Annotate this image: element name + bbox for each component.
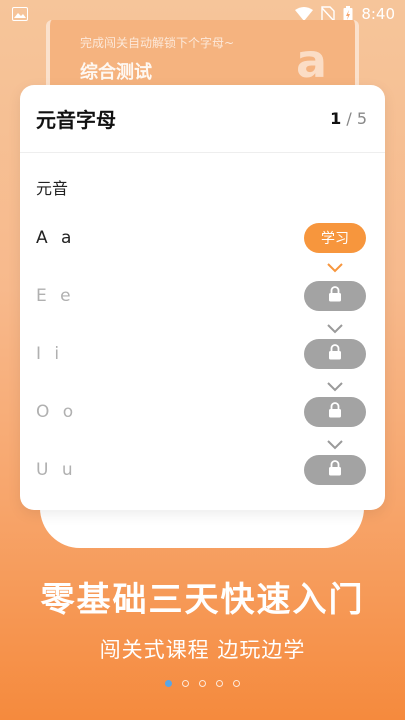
lock-icon [328,402,342,422]
chevron-down-icon [326,439,344,451]
section-label: 元音 [36,179,69,198]
lesson-card: 元音字母 1 / 5 元音 A a 学习 E e I i O o U u [20,85,385,510]
lesson-letters: U u [36,460,77,480]
chevron-down-icon [326,381,344,393]
lock-icon [328,344,342,364]
locked-button[interactable] [304,455,366,485]
wifi-icon [295,7,314,21]
chevron-down-icon [326,262,344,274]
page-dot[interactable] [182,680,189,687]
promo-subline: 闯关式课程 边玩边学 [99,638,306,662]
page-dot[interactable] [199,680,206,687]
chevron-down-icon [326,323,344,335]
page-total: 5 [356,109,367,128]
page-dot[interactable] [233,680,240,687]
lock-icon [328,460,342,480]
lock-icon [328,286,342,306]
lesson-row-u[interactable]: U u [36,454,366,486]
carousel-pagination [0,680,405,687]
lesson-row-o[interactable]: O o [36,396,366,428]
page-dot[interactable] [216,680,223,687]
lesson-letters: O o [36,402,78,422]
next-level-hint: 完成闯关自动解锁下个字母~ [80,36,235,50]
page-indicator: 1 / 5 [330,109,367,128]
locked-button[interactable] [304,281,366,311]
lesson-row-e[interactable]: E e [36,280,366,312]
locked-button[interactable] [304,339,366,369]
lesson-letters: E e [36,286,75,306]
card-header: 元音字母 1 / 5 [20,85,385,153]
lesson-letters: A a [36,228,76,248]
locked-button[interactable] [304,397,366,427]
lesson-letters: I i [36,344,64,364]
lesson-row-a[interactable]: A a 学习 [36,222,366,254]
promo-headline: 零基础三天快速入门 [40,580,365,620]
next-level-letter: a [295,34,327,88]
lesson-row-i[interactable]: I i [36,338,366,370]
card-title: 元音字母 [36,108,116,132]
next-level-title: 综合测试 [80,62,152,83]
page-current: 1 [330,109,342,128]
clock-time: 8:40 [361,5,395,23]
page-separator: / [346,109,352,128]
image-icon [12,7,28,21]
learn-button[interactable]: 学习 [304,223,366,253]
page-dot[interactable] [165,680,172,687]
